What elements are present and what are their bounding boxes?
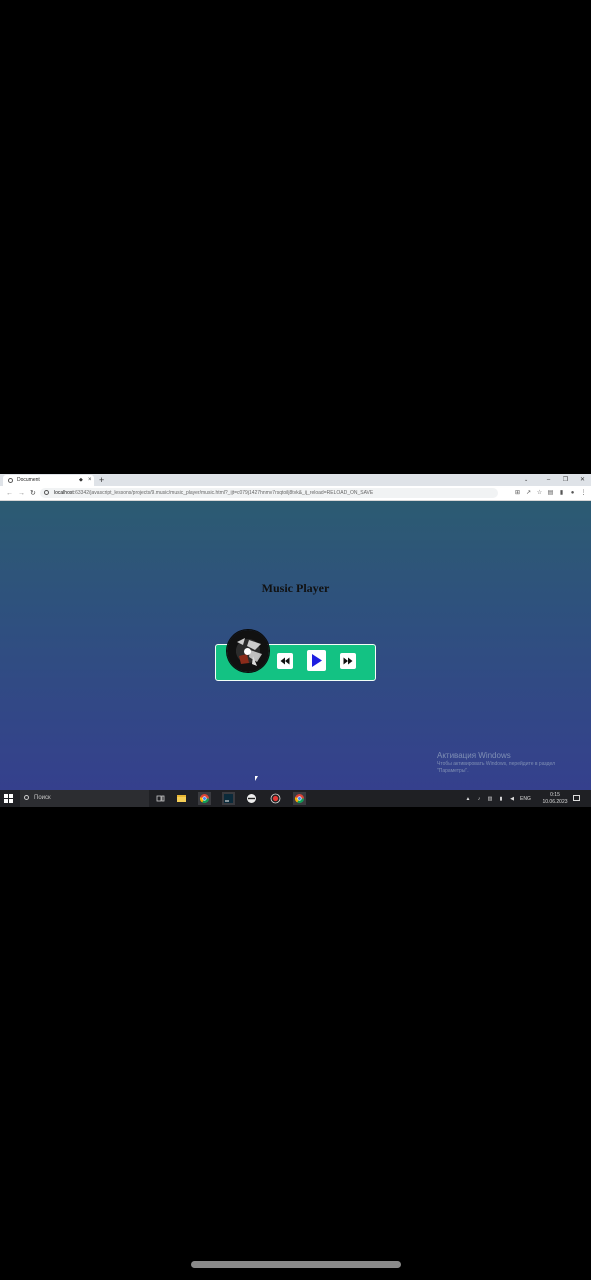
- browser-toolbar: ← → ↻ localhost:63342/javascript_lessons…: [0, 486, 591, 501]
- next-button[interactable]: [340, 653, 356, 669]
- browser-tab-strip: Document ◆ × + ⌄ – ❐ ✕: [0, 474, 591, 486]
- browser-tab[interactable]: Document ◆ ×: [3, 475, 94, 486]
- tray-app-icon[interactable]: ♪: [476, 796, 482, 802]
- tab-search-icon[interactable]: ⌄: [524, 474, 528, 486]
- speaker-icon: ◆: [79, 477, 83, 483]
- system-tray: ▲ ♪ ▥ ▮ ◀ ENG: [465, 790, 531, 807]
- clock-date: 10.06.2023: [542, 799, 568, 805]
- play-icon: [312, 654, 322, 667]
- windows-start-button[interactable]: [4, 794, 13, 803]
- toolbar-icons: ⊞ ↗ ☆ ▤ ▮ ● ⋮: [514, 486, 587, 501]
- search-icon: [24, 795, 29, 800]
- taskbar-clock[interactable]: 0:15 10.06.2023: [540, 792, 570, 806]
- close-window-button[interactable]: ✕: [574, 474, 591, 486]
- menu-icon[interactable]: ⋮: [580, 490, 587, 497]
- url-host: localhost: [54, 490, 74, 496]
- share-icon[interactable]: ↗: [525, 490, 532, 497]
- address-bar[interactable]: localhost:63342/javascript_lessons/proje…: [40, 488, 498, 498]
- windows-activation-watermark: Активация Windows Чтобы активировать Win…: [437, 751, 577, 775]
- info-icon[interactable]: [44, 490, 49, 495]
- page-title: Music Player: [261, 581, 330, 595]
- clock-time: 0:15: [550, 792, 560, 798]
- new-tab-button[interactable]: +: [99, 474, 104, 486]
- reload-button[interactable]: ↻: [30, 486, 36, 501]
- minimize-button[interactable]: –: [540, 474, 557, 486]
- url-path: :63342/javascript_lessons/projects/9.mus…: [73, 490, 374, 496]
- network-icon[interactable]: ▥: [487, 796, 493, 802]
- profile-icon[interactable]: ●: [569, 490, 576, 497]
- page-content: Music Player Активация Windows Чтобы акт…: [0, 501, 591, 790]
- notification-center-icon[interactable]: [573, 795, 580, 801]
- file-explorer-icon[interactable]: [175, 792, 188, 805]
- translate-icon[interactable]: ⊞: [514, 490, 521, 497]
- extensions-icon[interactable]: ▤: [547, 490, 554, 497]
- previous-button[interactable]: [277, 653, 293, 669]
- fast-forward-icon: [343, 657, 353, 665]
- webstorm-icon[interactable]: [222, 792, 235, 805]
- side-panel-icon[interactable]: ▮: [558, 490, 565, 497]
- volume-icon[interactable]: ◀: [509, 796, 515, 802]
- bookmark-star-icon[interactable]: ☆: [536, 490, 543, 497]
- home-indicator[interactable]: [191, 1261, 401, 1268]
- task-view-icon[interactable]: [154, 792, 167, 805]
- chrome-secondary-icon[interactable]: [293, 792, 306, 805]
- play-button[interactable]: [307, 650, 326, 671]
- maximize-button[interactable]: ❐: [557, 474, 574, 486]
- activation-title: Активация Windows: [437, 751, 511, 760]
- language-indicator[interactable]: ENG: [520, 796, 531, 802]
- desktop-screen: Document ◆ × + ⌄ – ❐ ✕ ← → ↻ localhost:6…: [0, 474, 591, 807]
- record-icon[interactable]: [269, 792, 282, 805]
- url-text[interactable]: localhost:63342/javascript_lessons/proje…: [54, 488, 373, 498]
- back-button[interactable]: ←: [6, 486, 13, 501]
- app-circle-icon[interactable]: [245, 792, 258, 805]
- forward-button[interactable]: →: [18, 486, 25, 501]
- window-controls: – ❐ ✕: [540, 474, 591, 486]
- taskbar-search-box[interactable]: Поиск: [20, 790, 149, 807]
- chrome-icon[interactable]: [198, 792, 211, 805]
- disc-center-hole: [244, 648, 251, 655]
- activation-subtitle: Чтобы активировать Windows, перейдите в …: [437, 761, 556, 774]
- tab-close-icon[interactable]: ×: [88, 476, 92, 485]
- tray-expand-icon[interactable]: ▲: [465, 796, 471, 802]
- taskbar-search-placeholder: Поиск: [34, 795, 51, 801]
- windows-taskbar: Поиск ▲ ♪ ▥ ▮ ◀ ENG 0:15 10.06.2023: [0, 790, 591, 807]
- album-disc: [227, 630, 269, 672]
- tab-title: Document: [17, 477, 40, 483]
- mouse-cursor: [255, 776, 258, 781]
- globe-icon: [8, 478, 13, 483]
- battery-icon[interactable]: ▮: [498, 796, 504, 802]
- rewind-icon: [280, 657, 290, 665]
